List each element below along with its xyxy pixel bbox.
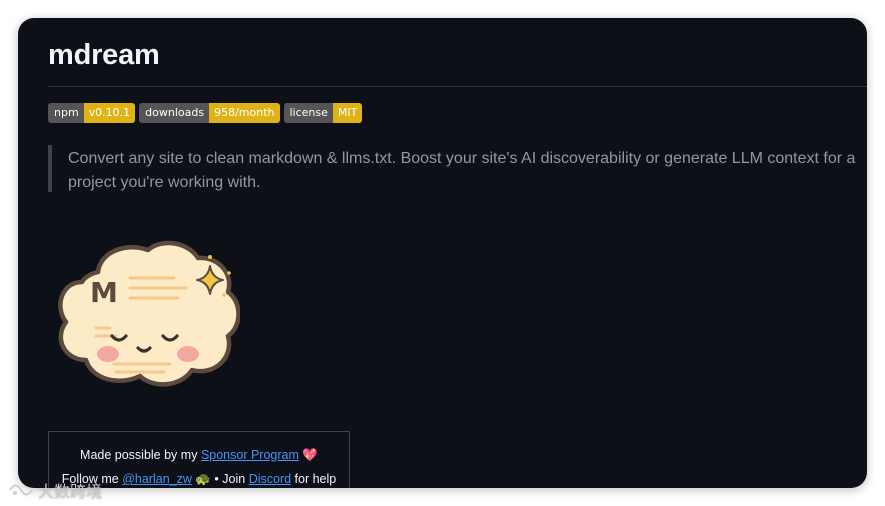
badge-label: license	[283, 103, 333, 123]
badge-label: npm	[48, 103, 84, 123]
badge-label: downloads	[139, 103, 210, 123]
left-cheek	[97, 346, 119, 362]
sponsor-prefix: Made possible by my	[80, 448, 198, 462]
watermark: 大数跨境	[8, 478, 102, 502]
badge-value: v0.10.1	[83, 103, 136, 123]
readme-window: mdream npm v0.10.1 downloads 958/month l…	[18, 18, 867, 488]
page-title: mdream	[48, 39, 160, 71]
description-text: Convert any site to clean markdown & llm…	[68, 150, 856, 191]
badge-value: 958/month	[209, 103, 280, 123]
twitter-handle-link[interactable]: @harlan_zw	[122, 472, 192, 486]
sponsor-line: Made possible by my Sponsor Program 💖	[49, 448, 349, 463]
mdream-cloud-mascot-icon: M	[58, 240, 240, 387]
badge-value: MIT	[332, 103, 363, 123]
join-text: • Join	[214, 472, 246, 486]
discord-link[interactable]: Discord	[249, 472, 291, 486]
sponsor-program-link[interactable]: Sponsor Program	[201, 448, 299, 462]
right-cheek	[177, 346, 199, 362]
npm-version-badge[interactable]: npm v0.10.1	[48, 103, 136, 123]
help-text: for help	[294, 472, 337, 486]
heart-icon: 💖	[302, 448, 318, 462]
watermark-text: 大数跨境	[38, 482, 103, 501]
downloads-badge[interactable]: downloads 958/month	[139, 103, 280, 123]
title-divider	[48, 86, 867, 87]
license-badge[interactable]: license MIT	[283, 103, 363, 123]
mascot-letter: M	[90, 276, 118, 309]
turtle-icon: 🐢	[195, 472, 211, 486]
badge-row: npm v0.10.1 downloads 958/month license …	[48, 103, 363, 123]
watermark-logo-icon	[9, 484, 33, 496]
description-blockquote: Convert any site to clean markdown & llm…	[48, 145, 867, 192]
